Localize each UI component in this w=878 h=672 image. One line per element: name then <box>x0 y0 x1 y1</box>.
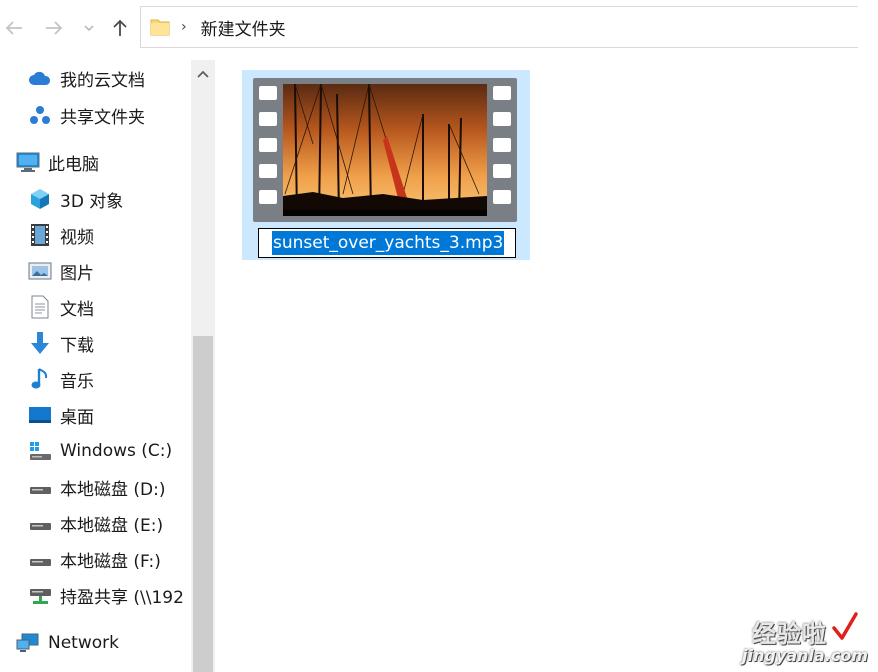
back-button[interactable] <box>2 14 26 42</box>
chevron-up-icon <box>197 70 209 78</box>
sidebar-item-documents[interactable]: 文档 <box>28 291 94 323</box>
sidebar-item-3d-objects[interactable]: 3D 对象 <box>28 183 123 215</box>
back-arrow-icon <box>5 21 22 35</box>
scrollbar-thumb[interactable] <box>193 336 213 672</box>
checkmark-icon <box>832 612 858 640</box>
sidebar-item-desktop[interactable]: 桌面 <box>28 399 94 431</box>
forward-arrow-icon <box>46 21 63 35</box>
sidebar-item-drive-d[interactable]: 本地磁盘 (D:) <box>28 471 166 503</box>
watermark-url: jingyanla.com <box>742 646 868 665</box>
sidebar-item-label: 共享文件夹 <box>60 107 145 128</box>
network-drive-icon <box>28 583 52 607</box>
watermark-title: 经验啦 <box>752 620 827 648</box>
drive-icon <box>28 475 52 499</box>
recent-locations-button[interactable] <box>80 14 98 42</box>
sidebar-item-label: 持盈共享 (\\192 <box>60 587 184 608</box>
rename-input[interactable]: sunset_over_yachts_3.mp3 <box>258 228 516 258</box>
music-note-icon <box>28 367 52 391</box>
sidebar-item-label: 下载 <box>60 335 94 356</box>
documents-folder-icon <box>28 295 52 319</box>
sidebar-item-label: 本地磁盘 (F:) <box>60 551 161 572</box>
breadcrumb-current-folder[interactable]: 新建文件夹 <box>201 15 286 40</box>
sidebar-item-label: Network <box>48 633 119 653</box>
network-icon <box>16 631 40 655</box>
sidebar-item-drive-f[interactable]: 本地磁盘 (F:) <box>28 543 161 575</box>
video-thumbnail-icon <box>253 78 517 222</box>
up-arrow-icon <box>113 19 127 36</box>
address-bar[interactable]: › 新建文件夹 <box>140 6 858 48</box>
sidebar-item-label: 3D 对象 <box>60 191 124 212</box>
sidebar-item-label: 本地磁盘 (D:) <box>60 479 166 500</box>
breadcrumb-separator-icon[interactable]: › <box>181 19 187 35</box>
navigation-pane: 我的云文档 共享文件夹 此电脑 3D 对象 视频 图片 文档 下载 音乐 桌面 … <box>0 60 190 672</box>
drive-icon <box>28 511 52 535</box>
pictures-folder-icon <box>28 259 52 283</box>
sidebar-item-cloud-docs[interactable]: 我的云文档 <box>28 62 145 94</box>
sidebar-scrollbar[interactable] <box>191 60 215 672</box>
cloud-icon <box>28 66 52 90</box>
sidebar-item-label: 音乐 <box>60 371 94 392</box>
drive-icon <box>28 547 52 571</box>
sidebar-item-label: 图片 <box>60 263 94 284</box>
sidebar-item-network[interactable]: Network <box>16 627 119 659</box>
desktop-icon <box>28 403 52 427</box>
sidebar-item-drive-c[interactable]: Windows (C:) <box>28 435 172 467</box>
chevron-down-icon <box>84 25 94 32</box>
system-drive-icon <box>28 439 52 463</box>
file-item-selected[interactable]: sunset_over_yachts_3.mp3 <box>242 70 530 260</box>
sunset-yachts-thumbnail <box>283 84 487 216</box>
sidebar-item-label: 桌面 <box>60 407 94 428</box>
sidebar-item-music[interactable]: 音乐 <box>28 363 94 395</box>
sidebar-item-label: 视频 <box>60 227 94 248</box>
file-name-selected-text: sunset_over_yachts_3.mp3 <box>272 231 505 255</box>
download-arrow-icon <box>28 331 52 355</box>
sidebar-item-drive-e[interactable]: 本地磁盘 (E:) <box>28 507 163 539</box>
folder-icon <box>150 19 170 36</box>
sidebar-item-label: 我的云文档 <box>60 70 145 91</box>
sidebar-item-videos[interactable]: 视频 <box>28 219 94 251</box>
forward-button[interactable] <box>42 14 66 42</box>
sidebar-item-downloads[interactable]: 下载 <box>28 327 94 359</box>
scroll-up-button[interactable] <box>191 60 215 88</box>
file-explorer-window: › 新建文件夹 我的云文档 共享文件夹 此电脑 3D 对象 视频 图片 文档 下… <box>0 0 878 672</box>
sidebar-item-label: 本地磁盘 (E:) <box>60 515 164 536</box>
sidebar-item-this-pc[interactable]: 此电脑 <box>16 146 99 178</box>
sidebar-item-label: 此电脑 <box>48 154 99 175</box>
share-icon <box>28 103 52 127</box>
this-pc-icon <box>16 150 40 174</box>
up-button[interactable] <box>108 14 132 42</box>
sidebar-item-network-share[interactable]: 持盈共享 (\\192 <box>28 579 184 611</box>
video-folder-icon <box>28 223 52 247</box>
sidebar-item-label: 文档 <box>60 299 94 320</box>
sidebar-item-pictures[interactable]: 图片 <box>28 255 94 287</box>
sidebar-item-shared-folder[interactable]: 共享文件夹 <box>28 99 145 131</box>
sidebar-item-label: Windows (C:) <box>60 441 173 461</box>
3d-objects-icon <box>28 187 52 211</box>
